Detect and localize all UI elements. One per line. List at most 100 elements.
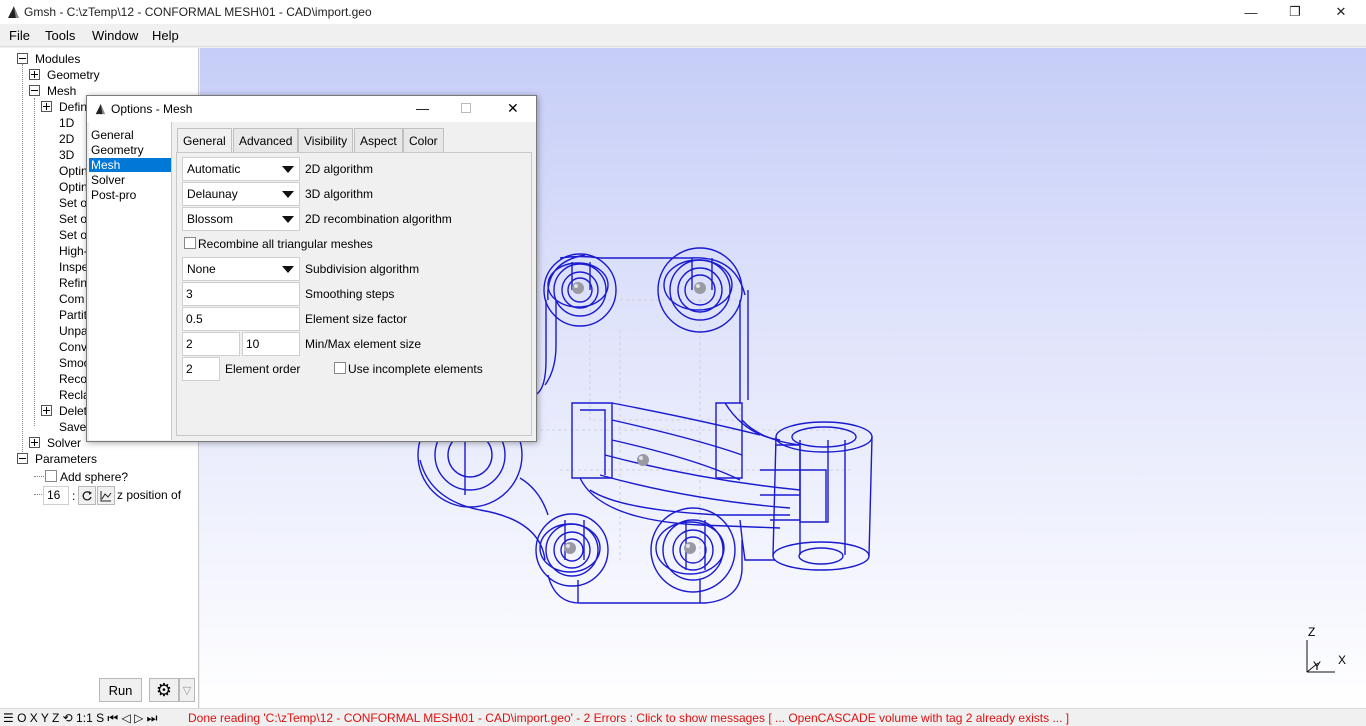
tab-visibility[interactable]: Visibility xyxy=(298,128,354,152)
status-message[interactable]: Done reading 'C:\zTemp\12 - CONFORMAL ME… xyxy=(188,711,1069,725)
parameters-collapse-icon[interactable] xyxy=(17,453,28,464)
alg3d-select[interactable]: Delaunay xyxy=(182,182,300,206)
tree-mesh-unpartition[interactable]: Unpa xyxy=(59,324,88,338)
category-solver[interactable]: Solver xyxy=(89,173,171,187)
delete-expand-icon[interactable] xyxy=(41,405,52,416)
axis-x-label: X xyxy=(1338,653,1346,667)
min-max-size-label: Min/Max element size xyxy=(305,337,422,351)
status-bar: ☰ O X Y Z ⟲ 1:1 S ⏮ ◁ ▷ ⏭ Done reading '… xyxy=(0,708,1366,726)
axis-y-label: Y xyxy=(1313,659,1321,673)
category-general[interactable]: General xyxy=(89,128,171,142)
alg2d-label: 2D algorithm xyxy=(305,162,374,176)
window-titlebar: Gmsh - C:\zTemp\12 - CONFORMAL MESH\01 -… xyxy=(0,0,1366,24)
run-button[interactable]: Run xyxy=(99,678,142,702)
category-mesh[interactable]: Mesh xyxy=(89,158,171,172)
smoothing-steps-input[interactable]: 3 xyxy=(182,282,300,306)
z-position-input[interactable]: 16 xyxy=(43,486,69,505)
tab-aspect[interactable]: Aspect xyxy=(354,128,403,152)
minimize-button[interactable]: — xyxy=(1228,0,1274,24)
recombine-all-checkbox[interactable] xyxy=(184,237,196,249)
tree-mesh-high-order[interactable]: High- xyxy=(59,244,88,258)
mesh-collapse-icon[interactable] xyxy=(29,85,40,96)
define-expand-icon[interactable] xyxy=(41,101,52,112)
add-sphere-label: Add sphere? xyxy=(60,470,129,484)
tree-mesh-compound[interactable]: Com xyxy=(59,292,84,306)
dialog-maximize-button xyxy=(461,103,471,113)
add-sphere-checkbox[interactable] xyxy=(45,470,57,482)
tree-mesh-convert[interactable]: Conv xyxy=(59,340,87,354)
graph-icon[interactable] xyxy=(97,486,115,505)
modules-collapse-icon[interactable] xyxy=(17,53,28,64)
menu-bar: File Tools Window Help xyxy=(0,24,1366,47)
tree-mesh-define[interactable]: Defin xyxy=(59,100,87,114)
element-size-factor-label: Element size factor xyxy=(305,312,408,326)
tree-mesh-3d[interactable]: 3D xyxy=(59,148,74,162)
tree-mesh-refine[interactable]: Refin xyxy=(59,276,87,290)
alg2d-select[interactable]: Automatic xyxy=(182,157,300,181)
dialog-titlebar: Options - Mesh — ✕ xyxy=(87,96,536,122)
gmsh-logo-icon xyxy=(8,6,19,18)
close-window-button[interactable]: ✕ xyxy=(1318,0,1364,24)
tree-mesh-set-order-2[interactable]: Set o xyxy=(59,212,87,226)
tree-mesh-set-order-1[interactable]: Set o xyxy=(59,196,87,210)
chevron-down-icon xyxy=(277,258,299,280)
tree-mesh-optimize-2[interactable]: Optin xyxy=(59,180,88,194)
gear-icon[interactable]: ⚙ xyxy=(149,678,179,702)
chevron-down-icon xyxy=(277,158,299,180)
tree-geometry[interactable]: Geometry xyxy=(47,68,100,82)
alg3d-label: 3D algorithm xyxy=(305,187,374,201)
chevron-down-icon xyxy=(277,183,299,205)
gmsh-logo-icon xyxy=(95,103,106,115)
tab-general[interactable]: General xyxy=(177,128,232,153)
options-mesh-dialog: Options - Mesh — ✕ General Geometry Mesh… xyxy=(86,95,537,442)
incomplete-elements-label: Use incomplete elements xyxy=(348,362,483,376)
z-position-label: z position of xyxy=(117,488,182,502)
subdivision-select[interactable]: None xyxy=(182,257,300,281)
recombine-all-label: Recombine all triangular meshes xyxy=(198,237,373,251)
geometry-expand-icon[interactable] xyxy=(29,69,40,80)
window-title: Gmsh - C:\zTemp\12 - CONFORMAL MESH\01 -… xyxy=(24,5,372,19)
tree-mesh-optimize[interactable]: Optin xyxy=(59,164,88,178)
smoothing-steps-label: Smoothing steps xyxy=(305,287,395,301)
tree-mesh-recombine[interactable]: Reco xyxy=(59,372,87,386)
options-category-list: General Geometry Mesh Solver Post-pro xyxy=(89,122,172,440)
min-element-size-input[interactable]: 2 xyxy=(182,332,240,356)
recombination-label: 2D recombination algorithm xyxy=(305,212,452,226)
incomplete-elements-checkbox[interactable] xyxy=(334,362,346,374)
subdivision-label: Subdivision algorithm xyxy=(305,262,420,276)
tab-advanced[interactable]: Advanced xyxy=(233,128,299,152)
tree-mesh-save[interactable]: Save xyxy=(59,420,86,434)
element-order-input[interactable]: 2 xyxy=(182,357,220,381)
recombination-select[interactable]: Blossom xyxy=(182,207,300,231)
tree-mesh-set-order-3[interactable]: Set o xyxy=(59,228,87,242)
tree-solver[interactable]: Solver xyxy=(47,436,81,450)
tree-parameters[interactable]: Parameters xyxy=(35,452,97,466)
chevron-down-icon xyxy=(277,208,299,230)
tab-color[interactable]: Color xyxy=(403,128,444,152)
axis-z-label: Z xyxy=(1308,625,1315,639)
category-post-pro[interactable]: Post-pro xyxy=(89,188,171,202)
solver-expand-icon[interactable] xyxy=(29,437,40,448)
loop-icon[interactable] xyxy=(78,486,96,505)
category-geometry[interactable]: Geometry xyxy=(89,143,171,157)
dialog-minimize-button[interactable]: — xyxy=(416,101,429,116)
tree-mesh-delete[interactable]: Delet xyxy=(59,404,87,418)
menu-tools[interactable]: Tools xyxy=(45,28,75,43)
element-order-label: Element order xyxy=(225,362,301,376)
menu-window[interactable]: Window xyxy=(92,28,138,43)
tree-modules[interactable]: Modules xyxy=(35,52,80,66)
view-controls[interactable]: ☰ O X Y Z ⟲ 1:1 S ⏮ ◁ ▷ ⏭ xyxy=(3,711,157,726)
tree-mesh-partition[interactable]: Partit xyxy=(59,308,87,322)
tree-mesh-2d[interactable]: 2D xyxy=(59,132,74,146)
dialog-close-button[interactable]: ✕ xyxy=(507,100,519,117)
menu-help[interactable]: Help xyxy=(152,28,179,43)
element-size-factor-input[interactable]: 0.5 xyxy=(182,307,300,331)
z-position-separator: : xyxy=(72,489,76,503)
tree-mesh[interactable]: Mesh xyxy=(47,84,76,98)
menu-file[interactable]: File xyxy=(9,28,30,43)
tree-mesh-inspect[interactable]: Inspe xyxy=(59,260,88,274)
max-element-size-input[interactable]: 10 xyxy=(242,332,300,356)
gear-dropdown-icon[interactable]: ▽ xyxy=(179,678,195,702)
tree-mesh-1d[interactable]: 1D xyxy=(59,116,74,130)
maximize-button[interactable]: ❐ xyxy=(1272,0,1318,24)
